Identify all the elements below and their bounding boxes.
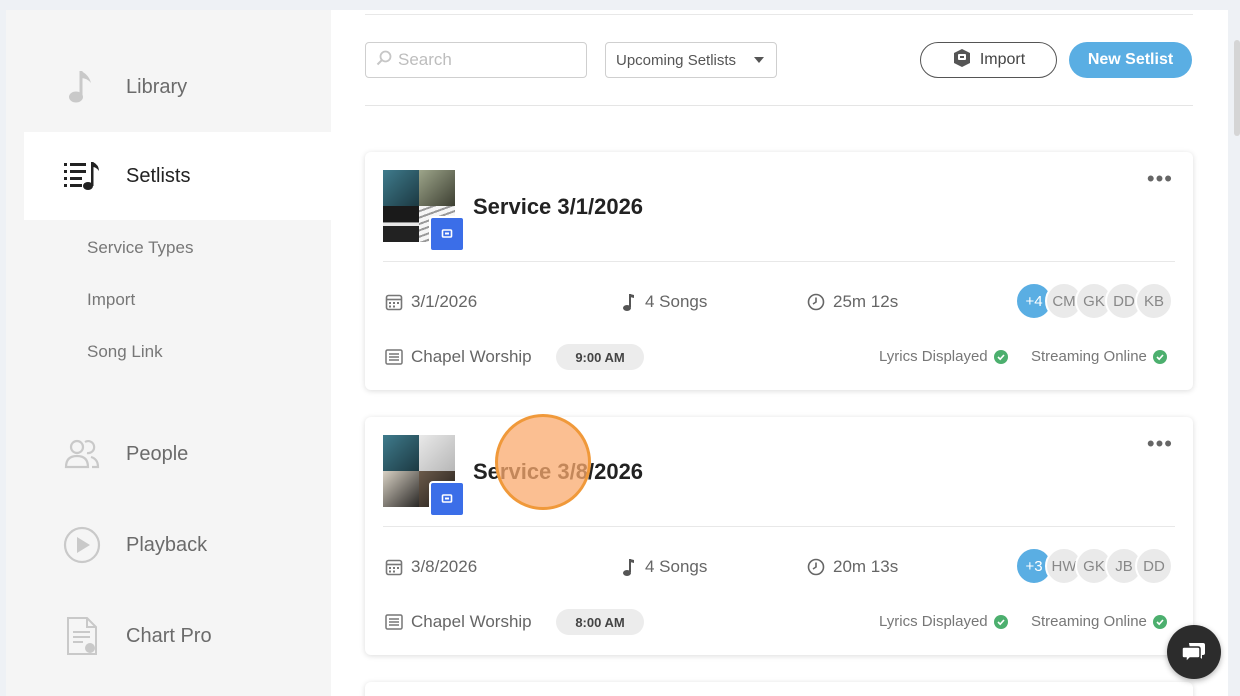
list-document-icon: [385, 349, 403, 365]
main-content: Upcoming Setlists Import New Setlist Ser…: [365, 10, 1193, 696]
sidebar: Library Setlists Service Types Import So…: [6, 10, 331, 696]
service-type-text: Chapel Worship: [411, 347, 532, 366]
sidebar-item-chart-pro[interactable]: Chart Pro: [24, 592, 331, 680]
service-type: Chapel Worship: [385, 612, 532, 632]
service-type-text: Chapel Worship: [411, 612, 532, 631]
date-text: 3/1/2026: [411, 292, 478, 311]
search-icon: [376, 50, 392, 71]
sidebar-item-people[interactable]: People: [24, 410, 331, 498]
setlist-date: 3/1/2026: [385, 292, 477, 312]
album-art-collage: [383, 435, 465, 517]
streaming-status: Streaming Online: [1031, 348, 1167, 365]
songs-text: 4 Songs: [645, 292, 708, 311]
avatar: DD: [1135, 547, 1173, 585]
streaming-status: Streaming Online: [1031, 613, 1167, 630]
clock-icon: [807, 293, 825, 311]
chat-button[interactable]: [1167, 625, 1221, 679]
lyrics-status: Lyrics Displayed: [879, 348, 1008, 365]
sidebar-item-setlists[interactable]: Setlists: [24, 132, 331, 220]
search-box[interactable]: [365, 42, 587, 78]
import-label: Import: [979, 51, 1026, 68]
sidebar-item-label: Chart Pro: [126, 624, 212, 647]
click-indicator: [495, 414, 591, 510]
chart-document-icon: [62, 616, 102, 656]
sidebar-item-library[interactable]: Library: [24, 43, 331, 131]
sidebar-item-label: Playback: [126, 533, 208, 556]
check-circle-icon: [993, 349, 1008, 364]
import-button[interactable]: Import: [920, 42, 1057, 78]
chat-bubble-icon: [1181, 643, 1205, 664]
sidebar-item-label: Library: [126, 75, 188, 98]
setlist-filter-dropdown[interactable]: Upcoming Setlists: [605, 42, 777, 78]
setlist-card[interactable]: [365, 682, 1193, 696]
more-options-icon[interactable]: •••: [1147, 168, 1173, 190]
calendar-icon: [385, 559, 403, 576]
sidebar-subitem-service-types[interactable]: Service Types: [87, 238, 193, 258]
setlist-duration: 20m 13s: [807, 557, 898, 577]
clock-icon: [807, 558, 825, 576]
people-icon: [62, 434, 102, 474]
lyrics-status-text: Lyrics Displayed: [879, 348, 988, 365]
planning-center-icon: [952, 48, 972, 73]
setlist-card[interactable]: Service 3/8/2026 ••• 3/8/2026 4 Songs 20…: [365, 417, 1193, 655]
music-note-icon: [623, 294, 634, 311]
duration-text: 20m 13s: [833, 557, 899, 576]
avatar: KB: [1135, 282, 1173, 320]
dropdown-value: Upcoming Setlists: [616, 51, 737, 69]
calendar-icon: [385, 294, 403, 311]
service-time-badge: 8:00 AM: [556, 609, 644, 635]
songs-text: 4 Songs: [645, 557, 708, 576]
caret-down-icon: [754, 57, 764, 63]
streaming-status-text: Streaming Online: [1031, 613, 1147, 630]
divider: [365, 105, 1193, 106]
planning-center-badge-icon: [429, 481, 465, 517]
lyrics-status: Lyrics Displayed: [879, 613, 1008, 630]
sidebar-subitem-song-link[interactable]: Song Link: [87, 342, 163, 362]
music-note-icon: [623, 559, 634, 576]
sidebar-item-playback[interactable]: Playback: [24, 501, 331, 589]
sidebar-subitem-import[interactable]: Import: [87, 290, 135, 310]
check-circle-icon: [1152, 349, 1167, 364]
people-avatars[interactable]: DD JB GK HW +3: [1015, 547, 1173, 585]
setlist-date: 3/8/2026: [385, 557, 477, 577]
play-circle-icon: [62, 525, 102, 565]
divider: [383, 261, 1175, 262]
list-document-icon: [385, 614, 403, 630]
setlist-card[interactable]: Service 3/1/2026 ••• 3/1/2026 4 Songs 25…: [365, 152, 1193, 390]
setlist-duration: 25m 12s: [807, 292, 898, 312]
app-window: Library Setlists Service Types Import So…: [6, 10, 1228, 696]
check-circle-icon: [993, 614, 1008, 629]
people-avatars[interactable]: KB DD GK CM +4: [1015, 282, 1173, 320]
service-time-badge: 9:00 AM: [556, 344, 644, 370]
sidebar-item-label: Setlists: [126, 164, 191, 187]
setlist-icon: [62, 156, 102, 196]
music-note-icon: [62, 67, 102, 107]
date-text: 3/8/2026: [411, 557, 478, 576]
setlist-song-count: 4 Songs: [621, 292, 707, 312]
new-setlist-button[interactable]: New Setlist: [1069, 42, 1192, 78]
lyrics-status-text: Lyrics Displayed: [879, 613, 988, 630]
divider: [383, 526, 1175, 527]
search-input[interactable]: [398, 50, 578, 70]
scrollbar-thumb[interactable]: [1234, 40, 1240, 136]
setlist-song-count: 4 Songs: [621, 557, 707, 577]
duration-text: 25m 12s: [833, 292, 899, 311]
sidebar-item-label: People: [126, 442, 189, 465]
setlist-title[interactable]: Service 3/1/2026: [473, 194, 643, 220]
planning-center-badge-icon: [429, 216, 465, 252]
album-art-collage: [383, 170, 465, 252]
streaming-status-text: Streaming Online: [1031, 348, 1147, 365]
check-circle-icon: [1152, 614, 1167, 629]
divider: [365, 14, 1193, 15]
service-type: Chapel Worship: [385, 347, 532, 367]
more-options-icon[interactable]: •••: [1147, 433, 1173, 455]
